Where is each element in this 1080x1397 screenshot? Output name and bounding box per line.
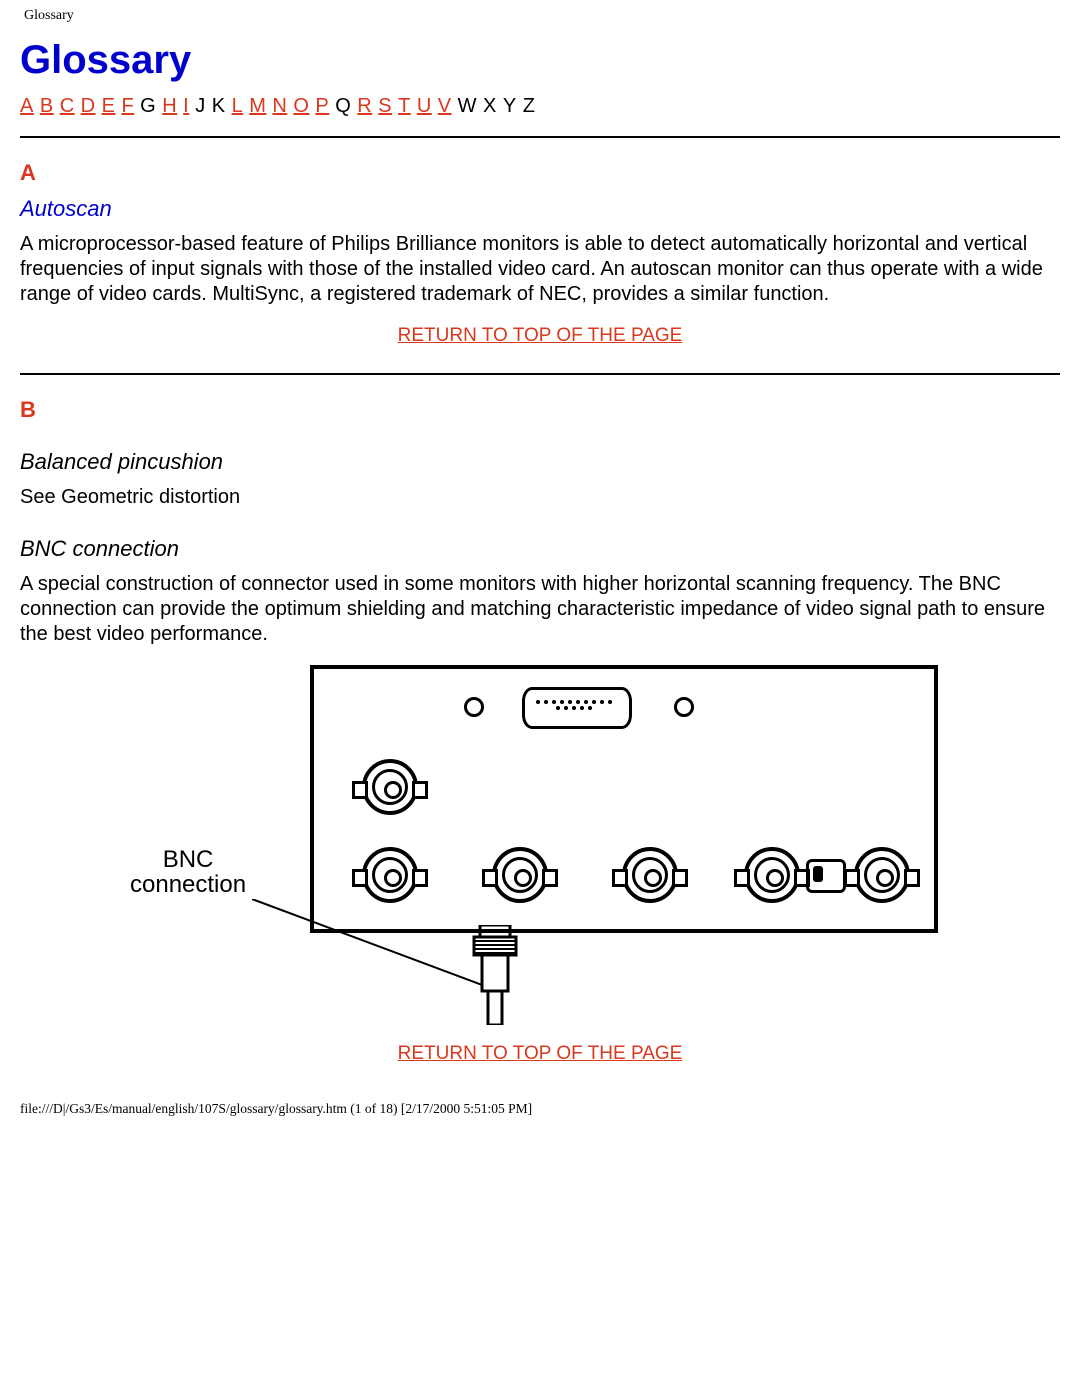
- bnc-jack-icon: [362, 847, 418, 903]
- alpha-nav: ABCDEFGHIJKLMNOPQRSTUVWXYZ: [20, 95, 1060, 118]
- bnc-label-line1: BNC: [163, 846, 214, 873]
- alpha-nav-d[interactable]: D: [81, 95, 96, 117]
- divider: [20, 373, 1060, 375]
- section-letter-b: B: [20, 397, 1060, 423]
- alpha-nav-e[interactable]: E: [102, 95, 116, 117]
- divider: [20, 136, 1060, 138]
- bnc-plug-icon: [460, 925, 530, 1025]
- connector-panel: [310, 665, 938, 933]
- alpha-nav-u[interactable]: U: [417, 95, 432, 117]
- alpha-nav-m[interactable]: M: [249, 95, 266, 117]
- alpha-nav-c[interactable]: C: [60, 95, 75, 117]
- panel-screw-icon: [674, 697, 694, 717]
- balanced-pincushion-body: See Geometric distortion: [20, 485, 1060, 510]
- footer-path: file:///D|/Gs3/Es/manual/english/107S/gl…: [0, 1091, 1080, 1127]
- bnc-jack-icon: [362, 759, 418, 815]
- term-autoscan: Autoscan: [20, 196, 1060, 222]
- autoscan-body: A microprocessor-based feature of Philip…: [20, 232, 1060, 307]
- bnc-figure-label: BNC connection: [130, 847, 246, 897]
- page-title: Glossary: [20, 38, 1060, 83]
- switch-icon: [806, 859, 846, 893]
- alpha-nav-p[interactable]: P: [315, 95, 329, 117]
- alpha-nav-v[interactable]: V: [438, 95, 452, 117]
- bnc-jack-icon: [854, 847, 910, 903]
- alpha-nav-g: G: [140, 95, 156, 117]
- return-top-link[interactable]: RETURN TO TOP OF THE PAGE: [398, 325, 683, 346]
- bnc-label-line2: connection: [130, 871, 246, 898]
- panel-screw-icon: [464, 697, 484, 717]
- alpha-nav-o[interactable]: O: [293, 95, 309, 117]
- bnc-jack-icon: [492, 847, 548, 903]
- term-bnc-connection: BNC connection: [20, 536, 1060, 562]
- alpha-nav-k: K: [212, 95, 226, 117]
- alpha-nav-i[interactable]: I: [183, 95, 189, 117]
- alpha-nav-w: W: [458, 95, 477, 117]
- bnc-jack-icon: [622, 847, 678, 903]
- bnc-jack-icon: [744, 847, 800, 903]
- alpha-nav-f[interactable]: F: [121, 95, 134, 117]
- alpha-nav-b[interactable]: B: [40, 95, 54, 117]
- alpha-nav-r[interactable]: R: [357, 95, 372, 117]
- bnc-figure: BNC connection: [20, 665, 1060, 1025]
- alpha-nav-x: X: [483, 95, 497, 117]
- alpha-nav-t[interactable]: T: [398, 95, 411, 117]
- alpha-nav-h[interactable]: H: [162, 95, 177, 117]
- dsub-connector-icon: [504, 683, 644, 727]
- term-balanced-pincushion: Balanced pincushion: [20, 449, 1060, 475]
- bnc-connection-body: A special construction of connector used…: [20, 572, 1060, 647]
- alpha-nav-a[interactable]: A: [20, 95, 34, 117]
- return-top-link[interactable]: RETURN TO TOP OF THE PAGE: [398, 1043, 683, 1064]
- alpha-nav-l[interactable]: L: [232, 95, 244, 117]
- section-letter-a: A: [20, 160, 1060, 186]
- alpha-nav-s[interactable]: S: [378, 95, 392, 117]
- header-path: Glossary: [0, 0, 1080, 24]
- alpha-nav-y: Y: [503, 95, 517, 117]
- alpha-nav-n[interactable]: N: [272, 95, 287, 117]
- alpha-nav-z: Z: [523, 95, 536, 117]
- alpha-nav-q: Q: [335, 95, 351, 117]
- alpha-nav-j: J: [195, 95, 206, 117]
